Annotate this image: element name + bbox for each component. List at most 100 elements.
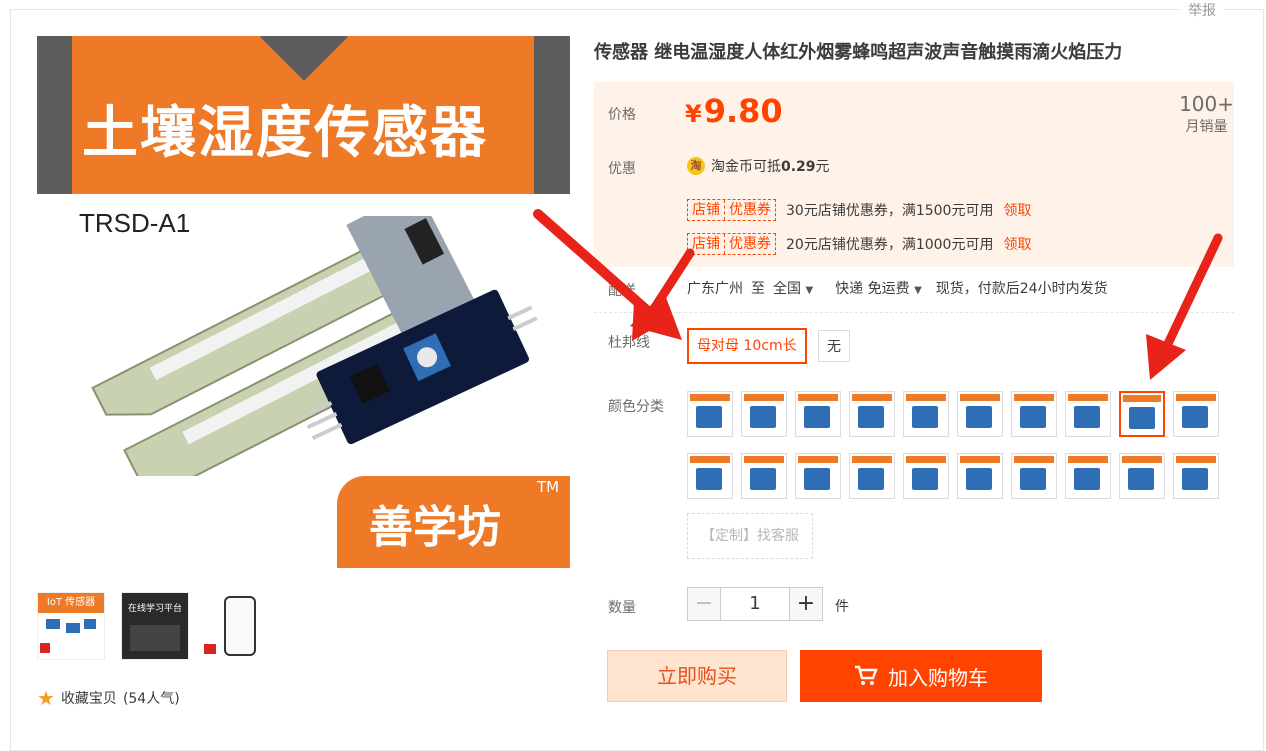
decrease-button[interactable]: − xyxy=(687,587,721,621)
color-swatch[interactable] xyxy=(1119,453,1165,499)
report-link[interactable]: 举报 xyxy=(1180,0,1224,20)
color-swatch[interactable] xyxy=(687,453,733,499)
color-swatch[interactable] xyxy=(1119,391,1165,437)
module-icon xyxy=(804,406,830,428)
claim-coupon-link[interactable]: 领取 xyxy=(1003,234,1031,254)
swatch-header xyxy=(1122,456,1162,463)
brand-name: 善学坊 xyxy=(369,502,501,553)
color-swatch[interactable] xyxy=(849,391,895,437)
coupon-tag: 店铺 优惠券 xyxy=(687,233,776,255)
dupont-label: 杜邦线 xyxy=(608,335,650,351)
color-swatch[interactable] xyxy=(741,453,787,499)
star-icon: ★ xyxy=(37,686,55,710)
quantity-unit: 件 xyxy=(835,599,849,615)
price-number: 9.80 xyxy=(703,92,783,130)
thumbnail-1[interactable]: IoT 传感器 xyxy=(37,592,105,660)
add-to-cart-button[interactable]: 加入购物车 xyxy=(800,650,1042,702)
module-icon xyxy=(912,468,938,490)
swatch-header xyxy=(852,456,892,463)
main-product-image[interactable]: 土壤湿度传感器 TRSD-A1 善学坊 TM xyxy=(37,36,570,568)
module-icon xyxy=(696,468,722,490)
coupon-tag-type: 优惠券 xyxy=(729,202,771,218)
module-icon xyxy=(858,406,884,428)
swatch-header xyxy=(744,394,784,401)
coupon-tag-divider xyxy=(724,200,725,220)
coin-value: 0.29 xyxy=(781,159,816,175)
ship-method-select[interactable]: 快递 免运费 ▼ xyxy=(835,278,922,298)
thumbnail-caption: 在线学习平台 xyxy=(127,604,182,614)
coupon-tag-shop: 店铺 xyxy=(692,202,720,218)
color-swatch[interactable] xyxy=(1065,391,1111,437)
swatch-header xyxy=(690,456,730,463)
module-icon xyxy=(1074,406,1100,428)
swatch-header xyxy=(852,394,892,401)
module-icon xyxy=(966,468,992,490)
divider xyxy=(594,312,1234,313)
color-swatch[interactable] xyxy=(903,391,949,437)
swatch-header xyxy=(798,456,838,463)
color-swatch[interactable] xyxy=(849,453,895,499)
custom-service-option[interactable]: 【定制】找客服 xyxy=(687,513,813,559)
color-swatch[interactable] xyxy=(1173,391,1219,437)
module-icon xyxy=(750,468,776,490)
increase-button[interactable]: + xyxy=(789,587,823,621)
color-swatch[interactable] xyxy=(795,391,841,437)
coupon-tag: 店铺 优惠券 xyxy=(687,199,776,221)
dupont-option-none[interactable]: 无 xyxy=(818,330,850,362)
swatch-header xyxy=(1176,394,1216,401)
favorite-count: (54人气) xyxy=(122,691,180,707)
quantity-stepper: − 1 + xyxy=(687,587,823,621)
taojinbi-row: 淘 淘金币可抵0.29元 xyxy=(687,156,830,176)
module-icon xyxy=(1182,468,1208,490)
color-swatch[interactable] xyxy=(1065,453,1111,499)
color-swatch[interactable] xyxy=(795,453,841,499)
coupon-row: 店铺 优惠券 30元店铺优惠券，满1500元可用 领取 xyxy=(687,199,1031,221)
coupon-tag-shop: 店铺 xyxy=(692,236,720,252)
ship-to-value: 全国 xyxy=(773,281,801,297)
color-swatch[interactable] xyxy=(687,391,733,437)
favorite-button[interactable]: ★ 收藏宝贝 (54人气) xyxy=(37,688,180,708)
swatch-header xyxy=(744,456,784,463)
color-swatch[interactable] xyxy=(741,391,787,437)
price-value: ¥9.80 xyxy=(685,92,783,130)
coin-text: 淘金币可抵 xyxy=(711,159,781,175)
coupon-row: 店铺 优惠券 20元店铺优惠券，满1000元可用 领取 xyxy=(687,233,1031,255)
coupon-text: 20元店铺优惠券，满1000元可用 xyxy=(786,237,994,253)
module-icon xyxy=(1020,406,1046,428)
thumbnail-2[interactable]: 在线学习平台 xyxy=(121,592,189,660)
module-icon xyxy=(858,468,884,490)
module-icon xyxy=(912,406,938,428)
sales-count: 100+ xyxy=(1179,92,1234,116)
swatch-header xyxy=(906,456,946,463)
swatch-header xyxy=(1068,456,1108,463)
thumbnail-3[interactable] xyxy=(204,592,270,658)
claim-coupon-link[interactable]: 领取 xyxy=(1003,200,1031,220)
color-swatch[interactable] xyxy=(1011,453,1057,499)
color-swatch[interactable] xyxy=(957,453,1003,499)
module-icon xyxy=(1020,468,1046,490)
color-label: 颜色分类 xyxy=(608,399,664,415)
ship-to-select[interactable]: 全国 ▼ xyxy=(773,278,813,298)
currency-symbol: ¥ xyxy=(685,100,702,128)
module-icon xyxy=(750,406,776,428)
coin-unit: 元 xyxy=(815,159,830,175)
buy-now-button[interactable]: 立即购买 xyxy=(607,650,787,702)
swatch-header xyxy=(1014,394,1054,401)
color-swatch[interactable] xyxy=(957,391,1003,437)
favorite-label: 收藏宝贝 xyxy=(60,691,117,707)
color-swatch[interactable] xyxy=(1011,391,1057,437)
module-icon xyxy=(1128,468,1154,490)
monthly-sales: 100+ 月销量 xyxy=(1179,92,1234,136)
delivery-row: 广东广州 至 全国 ▼ 快递 免运费 ▼ 现货，付款后24小时内发货 xyxy=(687,278,1108,298)
module-icon xyxy=(1182,406,1208,428)
module-icon xyxy=(84,619,96,629)
quantity-input[interactable]: 1 xyxy=(721,587,789,621)
coupon-tag-divider xyxy=(724,234,725,254)
dupont-option-10cm[interactable]: 母对母 10cm长 xyxy=(687,328,807,364)
module-grid-icon xyxy=(130,625,180,651)
color-swatch[interactable] xyxy=(1173,453,1219,499)
color-swatch[interactable] xyxy=(903,453,949,499)
promo-label: 优惠 xyxy=(608,161,636,177)
swatch-header xyxy=(1068,394,1108,401)
swatch-header xyxy=(1123,395,1161,402)
